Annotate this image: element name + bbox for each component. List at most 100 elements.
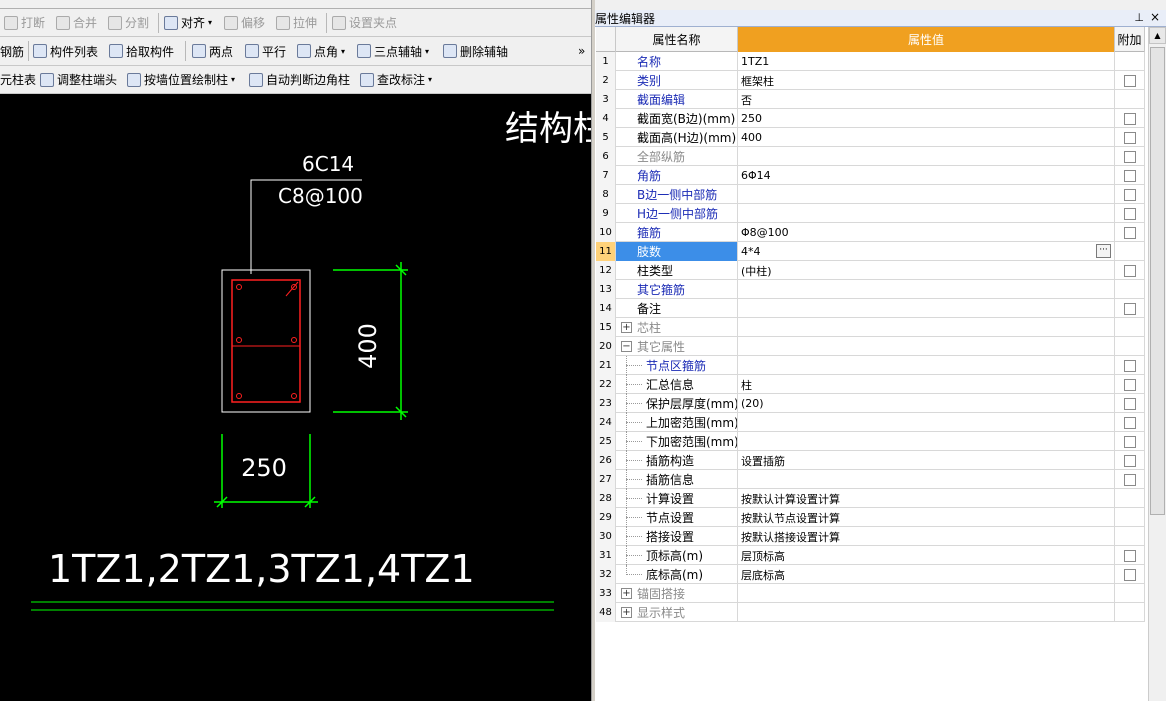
property-name[interactable]: + 锚固搭接 [616,584,738,603]
property-name[interactable]: 其它箍筋 [616,280,738,299]
property-value[interactable]: 按默认搭接设置计算 [738,527,1115,546]
attach-checkbox[interactable] [1123,416,1136,429]
property-name[interactable]: 底标高(m) [616,565,738,584]
attach-checkbox[interactable] [1123,568,1136,581]
property-name[interactable]: 计算设置 [616,489,738,508]
property-row[interactable]: 48 + 显示样式 [596,603,1145,622]
attach-checkbox[interactable] [1123,150,1136,163]
property-row[interactable]: 11 肢数 4*4 ··· [596,242,1145,261]
property-value[interactable] [738,470,1115,489]
property-value[interactable]: (20) [738,394,1115,413]
property-name[interactable]: + 芯柱 [616,318,738,337]
property-name[interactable]: 插筋构造 [616,451,738,470]
property-name[interactable]: 顶标高(m) [616,546,738,565]
property-value[interactable]: 6Φ14 [738,166,1115,185]
attach-checkbox[interactable] [1123,188,1136,201]
property-row[interactable]: 27 插筋信息 [596,470,1145,489]
property-value[interactable]: (中柱) [738,261,1115,280]
property-value[interactable]: 层底标高 [738,565,1115,584]
property-name[interactable]: 节点设置 [616,508,738,527]
property-name[interactable]: 箍筋 [616,223,738,242]
property-row[interactable]: 9 H边一侧中部筋 [596,204,1145,223]
cad-canvas[interactable]: 结构柱 6C14 C8@100 400 250 1TZ1,2TZ1,3TZ1,4… [0,94,591,701]
header-name[interactable]: 属性名称 [616,27,738,52]
property-value[interactable]: 框架柱 [738,71,1115,90]
attach-checkbox[interactable] [1123,454,1136,467]
vertical-scrollbar[interactable]: ▲ [1148,27,1166,701]
property-value[interactable]: 柱 [738,375,1115,394]
property-row[interactable]: 3 截面编辑 否 [596,90,1145,109]
attach-checkbox[interactable] [1123,473,1136,486]
parallel-button[interactable]: 平行 [245,37,286,65]
property-name[interactable]: 截面宽(B边)(mm) [616,109,738,128]
header-value[interactable]: 属性值 [738,27,1115,52]
split-button[interactable]: 分割 [108,9,149,36]
property-name[interactable]: 备注 [616,299,738,318]
three-point-axis-button[interactable]: 三点辅轴 ▾ [357,37,429,65]
point-angle-button[interactable]: 点角 ▾ [297,37,345,65]
property-value[interactable]: 设置插筋 [738,451,1115,470]
property-name[interactable]: 类别 [616,71,738,90]
modify-label-button[interactable]: 查改标注 ▾ [360,66,432,93]
set-grip-button[interactable]: 设置夹点 [332,9,397,36]
scroll-up-icon[interactable]: ▲ [1149,27,1166,44]
property-name[interactable]: 搭接设置 [616,527,738,546]
attach-checkbox[interactable] [1123,169,1136,182]
ellipsis-button[interactable]: ··· [1096,244,1111,258]
property-row[interactable]: 5 截面高(H边)(mm) 400 [596,128,1145,147]
property-name[interactable]: 全部纵筋 [616,147,738,166]
property-value[interactable] [738,432,1115,451]
property-row[interactable]: 10 箍筋 Φ8@100 [596,223,1145,242]
property-row[interactable]: 20− 其它属性 [596,337,1145,356]
property-value[interactable] [738,204,1115,223]
toolbar-overflow-button[interactable]: » [578,37,585,65]
property-row[interactable]: 26 插筋构造 设置插筋 [596,451,1145,470]
property-name[interactable]: 插筋信息 [616,470,738,489]
property-value[interactable] [738,356,1115,375]
expand-icon[interactable]: + [621,322,632,333]
scroll-thumb[interactable] [1150,47,1165,515]
property-name[interactable]: + 显示样式 [616,603,738,622]
property-value[interactable] [738,337,1115,356]
attach-checkbox[interactable] [1123,226,1136,239]
attach-checkbox[interactable] [1123,264,1136,277]
attach-checkbox[interactable] [1123,397,1136,410]
property-row[interactable]: 33 + 锚固搭接 [596,584,1145,603]
delete-axis-button[interactable]: 删除辅轴 [443,37,508,65]
column-table-button[interactable]: 元柱表 [0,66,36,93]
two-points-button[interactable]: 两点 [192,37,233,65]
property-value[interactable] [738,318,1115,337]
attach-checkbox[interactable] [1123,74,1136,87]
property-value[interactable] [738,299,1115,318]
property-row[interactable]: 31 顶标高(m) 层顶标高 [596,546,1145,565]
property-value[interactable]: 400 [738,128,1115,147]
property-value[interactable] [738,584,1115,603]
property-value[interactable] [738,413,1115,432]
property-row[interactable]: 15 + 芯柱 [596,318,1145,337]
adjust-column-end-button[interactable]: 调整柱端头 [40,66,117,93]
expand-icon[interactable]: + [621,588,632,599]
property-row[interactable]: 24 上加密范围(mm) [596,413,1145,432]
property-name[interactable]: 保护层厚度(mm) [616,394,738,413]
auto-corner-button[interactable]: 自动判断边角柱 [249,66,350,93]
attach-checkbox[interactable] [1123,435,1136,448]
property-name[interactable]: − 其它属性 [616,337,738,356]
property-value[interactable]: Φ8@100 [738,223,1115,242]
property-row[interactable]: 32 底标高(m) 层底标高 [596,565,1145,584]
property-row[interactable]: 21 节点区箍筋 [596,356,1145,375]
property-name[interactable]: 汇总信息 [616,375,738,394]
break-button[interactable]: 打断 [4,9,45,36]
pin-icon[interactable]: ⊥ [1134,11,1144,24]
property-value[interactable]: 按默认计算设置计算 [738,489,1115,508]
property-name[interactable]: B边一侧中部筋 [616,185,738,204]
property-value[interactable]: 否 [738,90,1115,109]
stretch-button[interactable]: 拉伸 [276,9,317,36]
attach-checkbox[interactable] [1123,549,1136,562]
property-name[interactable]: 肢数 [616,242,738,261]
property-value[interactable]: 按默认节点设置计算 [738,508,1115,527]
component-list-button[interactable]: 构件列表 [33,37,98,65]
property-value[interactable] [738,185,1115,204]
attach-checkbox[interactable] [1123,207,1136,220]
property-value[interactable]: 层顶标高 [738,546,1115,565]
close-button[interactable]: × [1150,10,1160,24]
